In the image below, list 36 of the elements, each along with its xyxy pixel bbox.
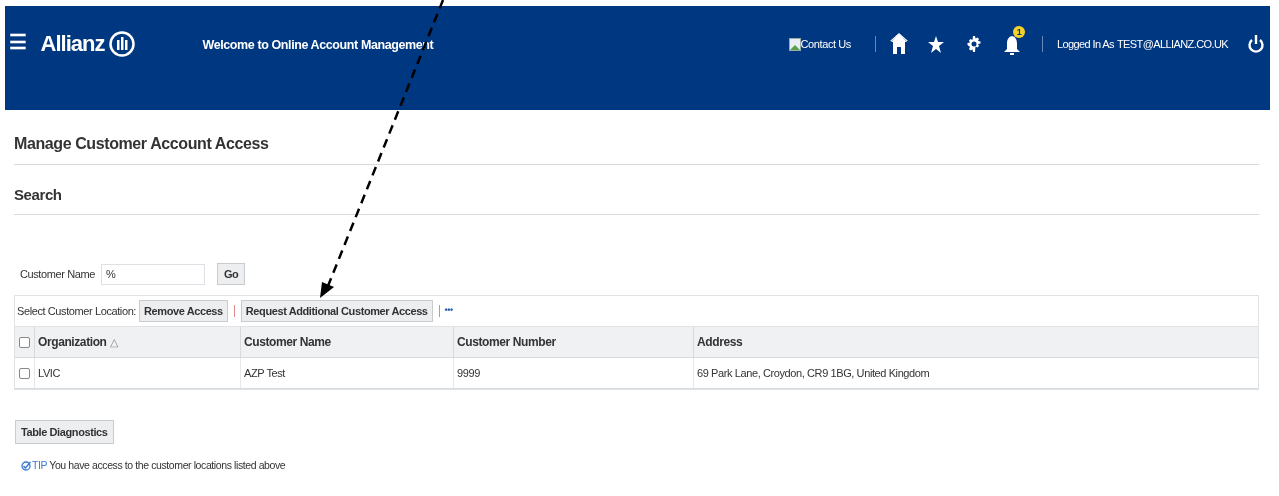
column-header[interactable]: Address (697, 333, 743, 351)
logo-icon (108, 31, 135, 57)
user-name: TEST@ALLIANZ.CO.UK (1117, 36, 1228, 52)
toolbar-button[interactable]: Request Additional Customer Access (240, 300, 433, 322)
column-header[interactable]: Customer Name (244, 333, 331, 351)
broken-image-icon (788, 37, 801, 51)
power-icon[interactable] (1248, 34, 1264, 54)
home-icon[interactable] (889, 33, 908, 55)
column-header[interactable]: Customer Number (457, 333, 556, 351)
page-title: Manage Customer Account Access (14, 134, 270, 154)
tip-text: TIP You have access to the customer locations listed above (32, 458, 286, 473)
checkbox[interactable] (19, 367, 30, 379)
table-diagnostics-button[interactable]: Table Diagnostics (15, 420, 114, 444)
section-title: Search (14, 185, 63, 205)
customer-name-field[interactable]: % (100, 263, 205, 285)
menu-icon[interactable]: ☰ (9, 30, 27, 54)
star-icon[interactable] (927, 35, 944, 53)
settings-icon[interactable] (965, 36, 982, 52)
notification-badge: 1 (1012, 26, 1025, 38)
table-cell-text: AZP Test (244, 365, 286, 381)
header-title: Welcome to Online Account Management (202, 37, 434, 54)
checkbox[interactable] (19, 336, 30, 348)
toolbar-button[interactable]: Remove Access (139, 300, 228, 322)
logged-in-label: Logged In As (1056, 36, 1114, 52)
column-header[interactable]: Organization (38, 333, 107, 351)
field-label: Customer Name (20, 266, 95, 282)
go-button[interactable]: Go (216, 263, 246, 285)
more-icon[interactable]: ••• (444, 304, 453, 318)
toolbar-label: Select Customer Location: (17, 303, 136, 319)
table-cell-text: LVIC (38, 365, 61, 381)
contact-link[interactable]: Contact Us (788, 35, 851, 53)
logo[interactable]: Allianz (40, 30, 105, 58)
bell-icon[interactable] (1003, 36, 1020, 55)
table-cell-text: 69 Park Lane, Croydon, CR9 1BG, United Kingdom (697, 365, 930, 381)
checkmark-icon (21, 460, 31, 471)
table-cell-text: 9999 (457, 365, 480, 381)
